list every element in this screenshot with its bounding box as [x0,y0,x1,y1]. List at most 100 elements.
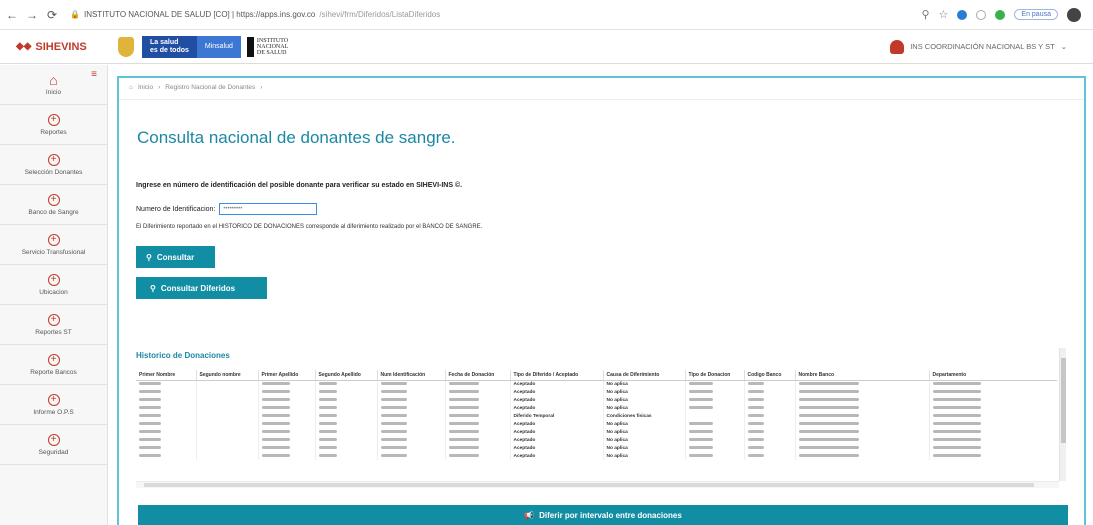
home-icon[interactable]: ⌂ [129,84,133,93]
redacted-cell [377,428,446,436]
redacted-cell [795,380,930,388]
redacted-cell [377,396,446,404]
redacted-cell [258,452,316,460]
profile-avatar[interactable] [1067,7,1081,22]
extension-icon[interactable] [976,9,987,20]
redacted-cell [929,452,1057,460]
column-header[interactable]: Primer Apellido [258,370,316,381]
app-logo[interactable]: ◆◆ SIHEVINS [0,41,108,53]
consultar-button[interactable]: ⚲ Consultar [136,246,215,268]
redacted-cell [445,388,511,396]
sidebar-item-seguridad[interactable]: + Seguridad [0,425,107,465]
column-header[interactable]: Segundo Apellido [315,370,378,381]
table-horizontal-scrollbar[interactable] [136,481,1059,488]
forward-icon[interactable]: → [24,8,40,22]
redacted-value [688,453,713,457]
redacted-value [380,397,407,401]
sync-paused-badge[interactable]: En pausa [1014,9,1058,20]
redacted-cell [377,420,446,428]
sidebar-item-informe-ops[interactable]: + Informe O.P.S [0,385,107,425]
redacted-cell [685,444,745,452]
back-icon[interactable]: ← [4,8,20,22]
user-menu[interactable]: INS COORDINACIÓN NACIONAL BS Y ST ⌄ [890,39,1093,54]
address-bar[interactable]: 🔒 INSTITUTO NACIONAL DE SALUD [CO] | htt… [70,10,440,19]
breadcrumb: ⌂ Inicio › Registro Nacional de Donantes… [119,78,1084,100]
app-name: SIHEVINS [35,40,87,53]
redacted-value [139,429,161,433]
star-icon[interactable]: ☆ [939,8,949,21]
redacted-value [380,437,407,441]
extension-icon[interactable] [995,9,1006,20]
table-row: Aceptado No aplica [136,404,1057,412]
consultar-label: Consultar [156,252,195,262]
redacted-value [688,445,713,449]
column-header[interactable]: Segundo nombre [196,370,259,381]
column-header[interactable]: Departamento [929,370,1057,381]
redacted-cell [377,412,446,420]
redacted-value [261,413,290,417]
deferral-note: El Diferimiento reportado en el HISTORIC… [136,224,483,230]
column-header[interactable]: Tipo de Donacion [685,370,745,381]
redacted-value [448,421,479,425]
extension-icon[interactable] [957,9,968,20]
redacted-cell [315,444,378,452]
redacted-value [448,445,479,449]
column-header[interactable]: Num Identificación [377,370,446,381]
redacted-value [688,421,713,425]
id-number-input[interactable] [219,203,318,215]
redacted-value [139,453,161,457]
column-header[interactable]: Primer Nombre [136,370,197,381]
sidebar-item-banco-sangre[interactable]: + Banco de Sangre [0,185,107,225]
redacted-cell [744,436,796,444]
deferral-type-cell: Aceptado [510,380,604,388]
sidebar-item-ubicacion[interactable]: + Ubicacion [0,265,107,305]
deferral-cause-cell: No aplica [603,436,686,444]
sidebar-item-label: Reportes ST [35,328,72,336]
redacted-value [448,397,479,401]
ins-logo: INSTITUTO NACIONAL DE SALUD [246,36,291,57]
zoom-icon[interactable]: ⚲ [921,8,929,21]
diferir-intervalo-button[interactable]: 📢 Diferir por intervalo entre donaciones [138,505,1068,525]
column-header[interactable]: Codigo Banco [744,370,796,381]
redacted-value [747,453,764,457]
breadcrumb-separator-icon: › [260,84,263,91]
sidebar-item-servicio-transfusional[interactable]: + Servicio Transfusional [0,225,107,265]
consultar-diferidos-label: Consultar Diferidos [160,283,236,293]
redacted-value [380,445,407,449]
redacted-cell [258,396,316,404]
plus-circle-icon: + [47,433,60,446]
scrollbar-thumb[interactable] [144,483,1034,487]
redacted-value [798,453,859,457]
redacted-cell [136,404,197,412]
redacted-cell [196,380,259,388]
redacted-value [932,421,981,425]
redacted-value [798,429,859,433]
column-header[interactable]: Fecha de Donación [445,370,511,381]
redacted-cell [196,388,259,396]
redacted-value [261,381,290,385]
sidebar-item-reportes[interactable]: + Reportes [0,105,107,145]
column-header[interactable]: Nombre Banco [795,370,930,381]
column-header[interactable]: Causa de Diferimiento [603,370,686,381]
redacted-cell [685,436,745,444]
column-header[interactable]: Tipo de Diferido / Aceptado [510,370,604,381]
consultar-diferidos-button[interactable]: ⚲ Consultar Diferidos [136,277,267,299]
sidebar-item-seleccion-donantes[interactable]: + Selección Donantes [0,145,107,185]
sidebar-item-label: Reportes [40,128,67,136]
breadcrumb-home[interactable]: Inicio [138,84,153,93]
redacted-value [139,413,161,417]
deferral-type-cell: Aceptado [510,396,604,404]
sidebar-item-reporte-bancos[interactable]: + Reporte Bancos [0,345,107,385]
scrollbar-thumb[interactable] [1061,358,1066,443]
redacted-value [932,413,981,417]
sidebar-item-reportes-st[interactable]: + Reportes ST [0,305,107,345]
reload-icon[interactable]: ⟳ [44,8,60,22]
deferral-cause-cell: No aplica [603,452,686,460]
redacted-cell [315,396,378,404]
plus-circle-icon: + [47,393,60,406]
redacted-cell [929,436,1057,444]
plus-circle-icon: + [47,153,60,166]
table-vertical-scrollbar[interactable] [1059,348,1066,481]
redacted-cell [315,380,378,388]
hamburger-icon[interactable]: ≡ [91,69,97,80]
